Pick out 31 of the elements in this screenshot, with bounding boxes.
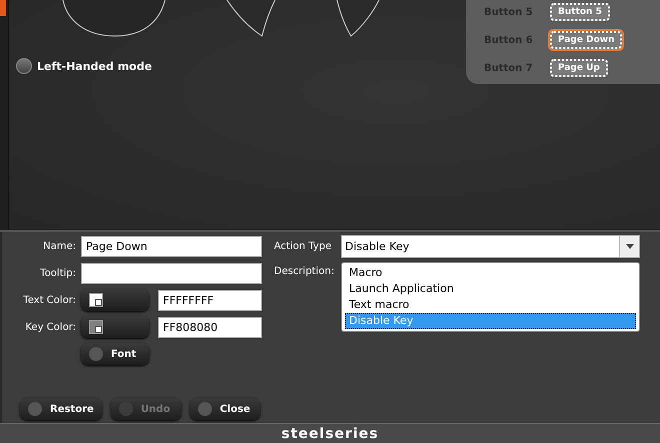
circle-icon	[198, 402, 212, 416]
hex-color-field[interactable]: FFFFFFFF	[158, 290, 262, 310]
action-type-dropdown[interactable]: Disable Key	[341, 235, 640, 258]
field-label: Text Color:	[22, 294, 76, 306]
action-button[interactable]: Restore	[20, 398, 102, 420]
key-binding-button[interactable]: Page Down	[548, 29, 624, 51]
color-picker-button[interactable]	[81, 289, 149, 311]
brand-logo: steelseries	[281, 426, 379, 442]
circle-icon	[118, 402, 133, 416]
circle-icon	[28, 402, 42, 416]
field-label: Tooltip:	[39, 268, 76, 278]
circle-icon	[89, 347, 103, 361]
radio-label: Left-Handed mode	[37, 60, 152, 72]
font-button[interactable]: Font	[81, 343, 149, 365]
field-label: Description:	[274, 266, 336, 277]
hex-color-field[interactable]: FF808080	[158, 316, 262, 338]
field-label: Name:	[42, 240, 76, 252]
dropdown-option[interactable]: Launch Application	[345, 281, 636, 297]
action-button[interactable]: Close	[190, 398, 260, 420]
selection-marker	[0, 0, 6, 16]
name-field[interactable]: Page Down	[81, 236, 262, 257]
key-binding-button[interactable]: Page Up	[548, 57, 610, 79]
field-label: Action Type	[274, 240, 332, 254]
tooltip-field[interactable]	[81, 263, 262, 284]
key-binding-button[interactable]: Button 5	[548, 1, 612, 23]
dropdown-option[interactable]: Text macro	[345, 297, 636, 313]
dropdown-option[interactable]: Macro	[345, 265, 636, 281]
color-picker-button[interactable]	[81, 316, 149, 338]
field-label: Key Color:	[24, 322, 76, 332]
radio-button[interactable]	[16, 58, 32, 74]
caret-icon	[626, 244, 634, 249]
